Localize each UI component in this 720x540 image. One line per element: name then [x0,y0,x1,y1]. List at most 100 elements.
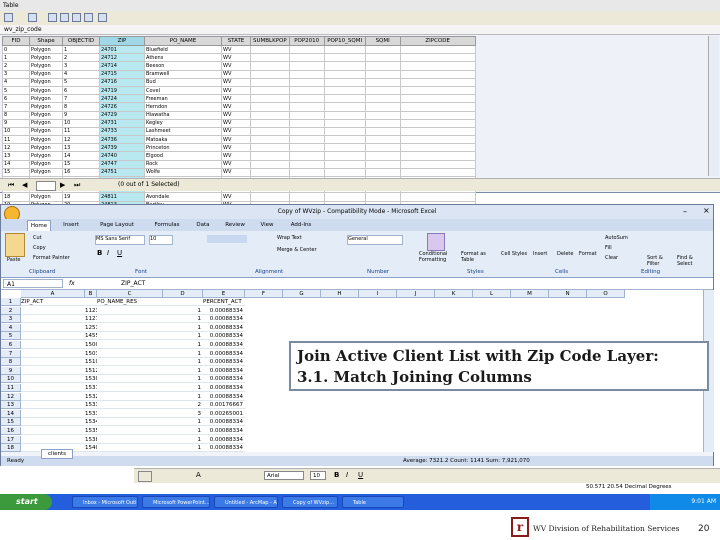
sheet-cell[interactable] [97,307,163,315]
row-header[interactable]: 13 [1,401,21,410]
row-header[interactable]: 4 [1,323,21,332]
select-elements-icon[interactable] [138,471,152,482]
sheet-cell[interactable]: 1 [163,315,203,324]
sheet-cell[interactable] [21,393,85,401]
sheet-cell[interactable]: 15380 [85,436,97,444]
ribbon-tab[interactable]: Home [27,220,51,231]
sheet-cell[interactable] [97,444,163,452]
row-header[interactable]: 1 [1,298,21,306]
attr-column-header[interactable]: ZIP [99,36,145,46]
ribbon-tab[interactable]: Formulas [147,220,187,231]
record-number-input[interactable] [36,181,56,191]
sheet-cell[interactable] [97,427,163,435]
attr-column-header[interactable]: POP10_SQMI [323,36,366,46]
row-header[interactable]: 18 [1,444,21,452]
column-header[interactable]: F [245,290,283,298]
sheet-cell[interactable] [21,341,85,349]
row-header[interactable]: 14 [1,409,21,418]
attr-table-row[interactable]: 15 Polygon 16 24751 Wolfe WV [2,167,476,178]
format-painter-button[interactable]: Format Painter [33,255,70,261]
sheet-cell[interactable] [21,410,85,418]
sheet-cell[interactable]: 15108 [85,358,97,367]
sheet-cell[interactable]: 0.00088334 [203,307,245,315]
column-header[interactable]: D [163,290,203,298]
wrap-text-button[interactable]: Wrap Text [277,235,302,241]
row-header[interactable]: 15 [1,418,21,427]
taskbar-task-button[interactable]: Copy of WVzip... [282,496,338,508]
sheet-cell[interactable]: 11270 [85,315,97,324]
attr-column-header[interactable]: Shape [29,36,63,46]
sheet-cell[interactable]: 0.00088334 [203,324,245,332]
sheet-cell[interactable] [21,367,85,375]
select-by-attributes-icon[interactable] [48,13,57,22]
attr-table-row[interactable]: 13 Polygon 14 24740 Elgood WV [2,151,476,161]
sheet-cell[interactable] [97,332,163,341]
sheet-cell[interactable] [21,315,85,324]
sheet-cell[interactable] [163,298,203,306]
italic-button[interactable]: I [107,249,109,257]
sheet-cell[interactable]: 1 [163,332,203,341]
sheet-cell[interactable]: 15037 [85,350,97,358]
sheet-cell[interactable]: PO_NAME_RES [97,298,163,306]
ribbon-tab[interactable]: Add-Ins [283,220,319,231]
formula-input[interactable]: ZIP_ACT [121,278,145,289]
draw-font-select[interactable]: Arial [264,471,304,480]
row-header[interactable]: 17 [1,435,21,444]
attr-column-header[interactable]: POP2010 [288,36,325,46]
text-icon[interactable]: A [196,471,201,479]
sheet-cell[interactable]: 0.00088334 [203,358,245,367]
draw-underline-button[interactable]: U [358,471,363,479]
minimize-icon[interactable]: – [683,207,687,216]
column-header[interactable]: O [587,290,625,298]
column-header[interactable]: N [549,290,587,298]
sheet-cell[interactable] [97,410,163,418]
bold-button[interactable]: B [97,249,102,257]
column-header[interactable]: I [359,290,397,298]
autosum-button[interactable]: AutoSum [605,235,628,241]
number-format-select[interactable]: General [347,235,403,245]
sheet-cell[interactable] [97,393,163,401]
sheet-cell[interactable]: 0.00088334 [203,393,245,401]
copy-button[interactable]: Copy [33,245,46,251]
conditional-formatting-icon[interactable] [427,233,445,251]
sheet-cell[interactable]: 15129 [85,367,97,375]
sheet-cell[interactable]: 15349 [85,418,97,427]
column-header[interactable]: M [511,290,549,298]
sheet-cell[interactable]: 12533 [85,324,97,332]
column-header[interactable]: H [321,290,359,298]
sheet-cell[interactable]: 2 [163,401,203,410]
layer-tab[interactable]: wv_zip_code [0,25,720,35]
alignment-icons[interactable] [207,235,247,243]
sheet-cell[interactable] [97,436,163,444]
row-header[interactable]: 12 [1,392,21,401]
sheet-cell[interactable] [97,358,163,367]
sheet-cell[interactable] [97,324,163,332]
sheet-cell[interactable] [21,332,85,341]
sheet-cell[interactable]: 1 [163,444,203,452]
related-tables-icon[interactable] [28,13,37,22]
row-header[interactable]: 5 [1,332,21,341]
sheet-cell[interactable]: 0.00088334 [203,384,245,392]
attr-column-header[interactable]: STATE [221,36,251,46]
options-icon[interactable] [4,13,13,22]
sheet-cell[interactable] [21,324,85,332]
sheet-cell[interactable] [21,350,85,358]
sheet-cell[interactable]: 0.00088334 [203,332,245,341]
draw-bold-button[interactable]: B [334,471,339,479]
sheet-cell[interactable] [85,298,97,306]
attr-table-row[interactable]: 12 Polygon 13 24739 Princeton WV [2,143,476,153]
sheet-cell[interactable] [21,418,85,427]
row-header[interactable]: 2 [1,306,21,315]
sheet-cell[interactable]: 15317 [85,384,97,392]
row-header[interactable]: 9 [1,366,21,375]
fill-button[interactable]: Fill [605,245,612,251]
sheet-cell[interactable] [97,384,163,392]
switch-selection-icon[interactable] [60,13,69,22]
sheet-cell[interactable] [97,315,163,324]
attr-table-row[interactable]: 11 Polygon 12 24736 Matoaka WV [2,135,476,145]
cell-styles-button[interactable]: Cell Styles [501,251,529,257]
format-as-table-button[interactable]: Format as Table [461,251,493,263]
sheet-cell[interactable] [97,401,163,410]
ribbon-tab[interactable]: Insert [55,220,87,231]
sheet-cell[interactable]: 0.00088334 [203,375,245,384]
